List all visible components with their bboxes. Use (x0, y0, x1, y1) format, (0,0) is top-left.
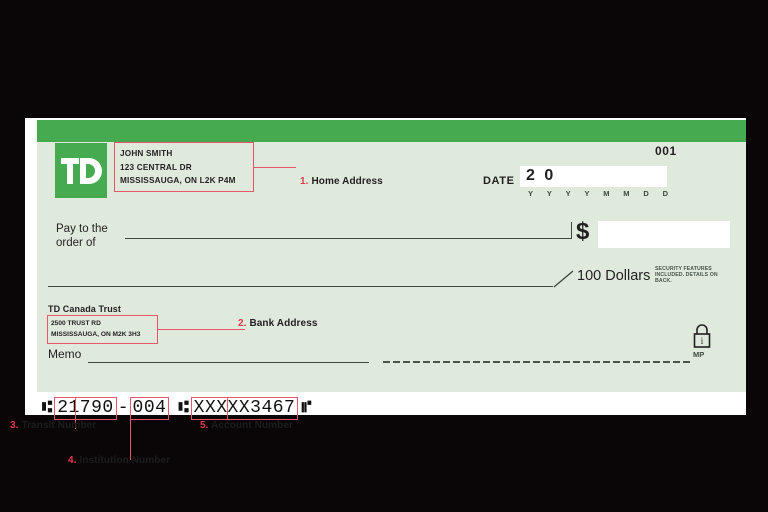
svg-text:i: i (701, 336, 704, 346)
callout-5-label: Account Number (211, 420, 294, 431)
pay-to-order-label: Pay to the order of (56, 222, 108, 250)
date-format-hint: Y Y Y Y M M D D (528, 189, 668, 198)
date-format-char-1: Y (528, 189, 534, 198)
callout-5-leader-line (227, 398, 228, 420)
transit-number: 21790 (57, 398, 114, 418)
date-format-char-7: D (643, 189, 649, 198)
signature-line[interactable] (383, 361, 693, 363)
callout-1-home-address: 1. Home Address (300, 176, 383, 187)
account-number-box: XXXXX3467 (190, 397, 299, 420)
bank-address-line-2: MISSISSAUGA, ON M2K 3H3 (51, 331, 141, 338)
institution-number-box: 004 (129, 397, 170, 420)
account-number: XXXXX3467 (193, 398, 296, 418)
callout-3-transit-number: 3. Transit Number (10, 420, 96, 431)
written-amount-denomination: 100 Dollars (577, 268, 651, 284)
transit-number-box: 21790 (54, 397, 117, 420)
home-address-field: JOHN SMITH 123 CENTRAL DR MISSISSAUGA, O… (114, 142, 254, 192)
micr-end-symbol-icon: ⑈ (301, 399, 311, 418)
micr-transit-symbol-icon: ⑆ (42, 399, 52, 418)
cheque-green-header (37, 120, 746, 142)
micr-separator: - (117, 398, 129, 418)
date-format-char-5: M (603, 189, 610, 198)
date-format-char-2: Y (546, 189, 552, 198)
security-features-notice: SECURITY FEATURES INCLUDED. DETAILS ON B… (655, 266, 718, 285)
pay-to-label-line-1: Pay to the (56, 223, 108, 235)
callout-4-leader-line (130, 398, 131, 460)
callout-4-label: Institution Number (79, 455, 171, 466)
callout-5-number: 5. (200, 420, 209, 431)
payee-input-line[interactable] (125, 238, 572, 239)
bank-address-line-1: 2500 TRUST RD (51, 320, 101, 327)
date-value: 2 0 (526, 167, 556, 184)
lock-icon: i (693, 324, 711, 348)
callout-2-label: Bank Address (249, 318, 318, 329)
date-format-char-4: Y (584, 189, 590, 198)
callout-2-bank-address: 2. Bank Address (238, 318, 318, 329)
cheque-number: 001 (655, 144, 677, 158)
institution-number: 004 (132, 398, 167, 418)
pay-to-label-line-2: order of (56, 237, 96, 249)
callout-4-number: 4. (68, 455, 77, 466)
callout-4-institution-number: 4. Institution Number (68, 455, 170, 466)
currency-symbol: $ (576, 218, 590, 245)
memo-label: Memo (48, 347, 82, 361)
date-format-char-3: Y (565, 189, 571, 198)
td-bank-logo (55, 143, 107, 198)
written-amount-line[interactable] (48, 286, 553, 287)
home-address-line-3: MISSISSAUGA, ON L2K P4M (120, 176, 236, 185)
bank-name: TD Canada Trust (48, 304, 122, 314)
bank-address-field: 2500 TRUST RD MISSISSAUGA, ON M2K 3H3 (47, 315, 158, 344)
slash-icon (553, 270, 574, 288)
callout-1-leader-line (254, 167, 296, 168)
date-format-char-6: M (623, 189, 630, 198)
home-address-line-2: 123 CENTRAL DR (120, 162, 192, 172)
callout-2-leader-line (158, 329, 245, 330)
amount-input-field[interactable] (598, 221, 730, 248)
cheque-image: JOHN SMITH 123 CENTRAL DR MISSISSAUGA, O… (25, 118, 746, 420)
callout-5-account-number: 5. Account Number (200, 420, 293, 431)
micr-line: ⑆ 21790 - 004 ⑆ XXXXX3467 ⑈ (39, 397, 314, 420)
date-label: DATE (483, 175, 515, 187)
callout-1-label: Home Address (311, 176, 383, 187)
mp-label: MP (693, 350, 705, 359)
payee-line-end-tick (571, 222, 572, 239)
callout-2-number: 2. (238, 318, 247, 329)
memo-input-line[interactable] (88, 362, 369, 363)
callout-3-number: 3. (10, 420, 19, 431)
home-address-line-1: JOHN SMITH (120, 149, 173, 158)
callout-3-label: Transit Number (21, 420, 97, 431)
callout-1-number: 1. (300, 176, 309, 187)
micr-onus-symbol-icon: ⑆ (178, 399, 188, 418)
date-format-char-8: D (662, 189, 668, 198)
